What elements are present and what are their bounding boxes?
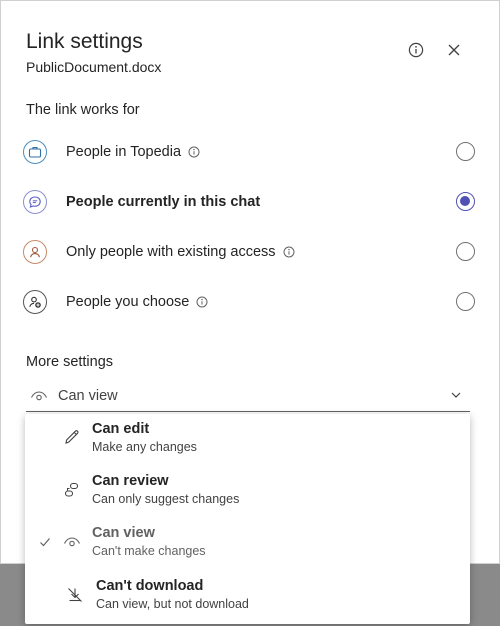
briefcase-icon bbox=[23, 140, 47, 164]
menu-item-title: Can review bbox=[92, 473, 169, 489]
option-existing-access[interactable]: Only people with existing access bbox=[23, 233, 475, 271]
permission-dropdown[interactable]: Can view bbox=[26, 381, 470, 412]
option-label: Only people with existing access bbox=[66, 244, 276, 260]
eye-icon bbox=[31, 391, 47, 401]
option-people-in-chat[interactable]: People currently in this chat bbox=[23, 183, 475, 221]
menu-item-desc: Can't make changes bbox=[92, 544, 206, 558]
menu-item-can-view[interactable]: Can view Can't make changes bbox=[25, 518, 470, 570]
option-people-in-org[interactable]: People in Topedia bbox=[23, 133, 475, 171]
dialog-title: Link settings bbox=[26, 30, 143, 53]
option-label: People currently in this chat bbox=[66, 194, 261, 210]
menu-item-title: Can't download bbox=[96, 578, 204, 594]
person-icon bbox=[23, 240, 47, 264]
info-icon[interactable] bbox=[196, 296, 208, 308]
people-add-icon bbox=[23, 290, 47, 314]
file-name: PublicDocument.docx bbox=[26, 59, 162, 75]
info-button[interactable] bbox=[404, 38, 428, 62]
menu-item-can-review[interactable]: Can review Can only suggest changes bbox=[25, 466, 470, 518]
eye-icon bbox=[64, 537, 80, 547]
close-icon bbox=[448, 44, 460, 56]
option-label: People you choose bbox=[66, 294, 190, 310]
info-icon bbox=[408, 42, 424, 58]
radio-existing-access[interactable] bbox=[456, 242, 475, 261]
permission-dropdown-value: Can view bbox=[58, 388, 118, 404]
chat-icon bbox=[23, 190, 47, 214]
info-icon[interactable] bbox=[188, 146, 200, 158]
menu-item-cant-download[interactable]: Can't download Can view, but not downloa… bbox=[25, 571, 470, 623]
checkmark-icon bbox=[40, 538, 50, 547]
no-download-icon bbox=[68, 588, 82, 602]
option-people-you-choose[interactable]: People you choose bbox=[23, 283, 475, 321]
menu-item-title: Can view bbox=[92, 525, 155, 541]
review-icon bbox=[64, 482, 79, 497]
option-label: People in Topedia bbox=[66, 144, 182, 160]
radio-people-you-choose[interactable] bbox=[456, 292, 475, 311]
close-button[interactable] bbox=[442, 38, 466, 62]
menu-item-can-edit[interactable]: Can edit Make any changes bbox=[25, 414, 470, 466]
link-works-for-heading: The link works for bbox=[26, 102, 140, 118]
permission-menu: Can edit Make any changes Can review Can… bbox=[25, 414, 470, 624]
menu-item-title: Can edit bbox=[92, 421, 150, 437]
menu-item-desc: Can view, but not download bbox=[96, 597, 249, 611]
more-settings-heading: More settings bbox=[26, 354, 114, 370]
pencil-icon bbox=[65, 430, 79, 444]
radio-people-in-org[interactable] bbox=[456, 142, 475, 161]
info-icon[interactable] bbox=[283, 246, 295, 258]
menu-item-desc: Can only suggest changes bbox=[92, 492, 240, 506]
menu-item-desc: Make any changes bbox=[92, 440, 197, 454]
radio-people-in-chat[interactable] bbox=[456, 192, 475, 211]
chevron-down-icon bbox=[451, 392, 461, 398]
